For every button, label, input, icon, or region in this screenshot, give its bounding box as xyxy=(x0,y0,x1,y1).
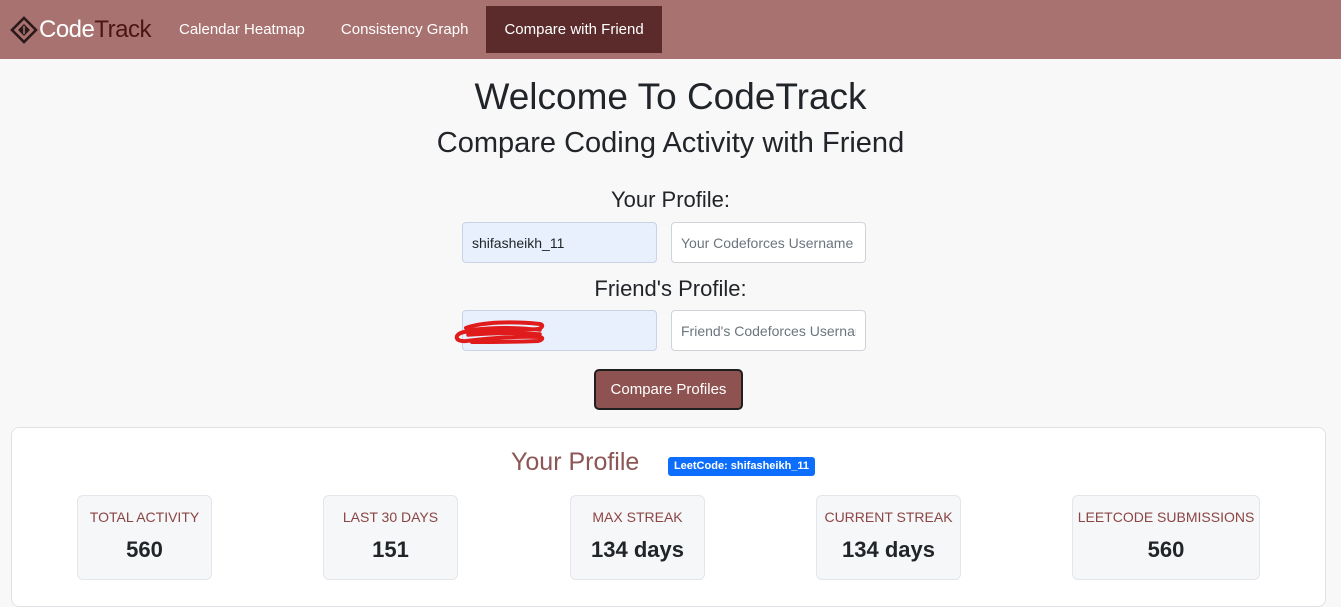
stat-max-streak: Max Streak 134 days xyxy=(570,495,705,580)
stat-last-30-days: Last 30 Days 151 xyxy=(323,495,458,580)
compare-profiles-button[interactable]: Compare Profiles xyxy=(594,369,743,410)
nav-compare-with-friend[interactable]: Compare with Friend xyxy=(486,6,662,53)
stat-leetcode-submissions: LeetCode Submissions 560 xyxy=(1072,495,1260,580)
stat-value: 134 days xyxy=(591,537,684,562)
stat-label: LeetCode Submissions xyxy=(1077,509,1255,525)
stat-value: 134 days xyxy=(842,537,935,562)
stat-label: Last 30 Days xyxy=(342,509,439,525)
stat-label: Current Streak xyxy=(824,509,953,525)
friend-profile-label: Friend's Profile: xyxy=(594,276,747,301)
page-title: Welcome To CodeTrack xyxy=(474,76,867,117)
leetcode-badge: LeetCode: shifasheikh_11 xyxy=(668,457,815,476)
stat-label: Total Activity xyxy=(89,509,200,525)
page-subtitle: Compare Coding Activity with Friend xyxy=(436,127,905,159)
brand-code-text: Code xyxy=(39,15,95,43)
profile-card-title: Your Profile xyxy=(511,448,640,476)
stat-total-activity: Total Activity 560 xyxy=(77,495,212,580)
stat-value: 560 xyxy=(1147,537,1185,562)
diamond-code-icon xyxy=(10,15,38,44)
nav-calendar-heatmap[interactable]: Calendar Heatmap xyxy=(161,6,323,53)
nav-consistency-graph[interactable]: Consistency Graph xyxy=(323,6,487,53)
your-codeforces-input[interactable] xyxy=(671,222,866,263)
brand-logo[interactable]: Code Track xyxy=(10,0,151,59)
stat-value: 151 xyxy=(372,537,409,562)
your-profile-label: Your Profile: xyxy=(610,187,731,212)
brand-track-text: Track xyxy=(94,15,151,43)
friend-codeforces-input[interactable] xyxy=(671,310,866,351)
friend-leetcode-input[interactable] xyxy=(462,310,657,351)
stat-value: 560 xyxy=(126,537,163,562)
top-navbar: Code Track Calendar Heatmap Consistency G… xyxy=(0,0,1341,59)
stat-label: Max Streak xyxy=(592,509,683,525)
stat-current-streak: Current Streak 134 days xyxy=(816,495,961,580)
your-leetcode-input[interactable] xyxy=(462,222,657,263)
